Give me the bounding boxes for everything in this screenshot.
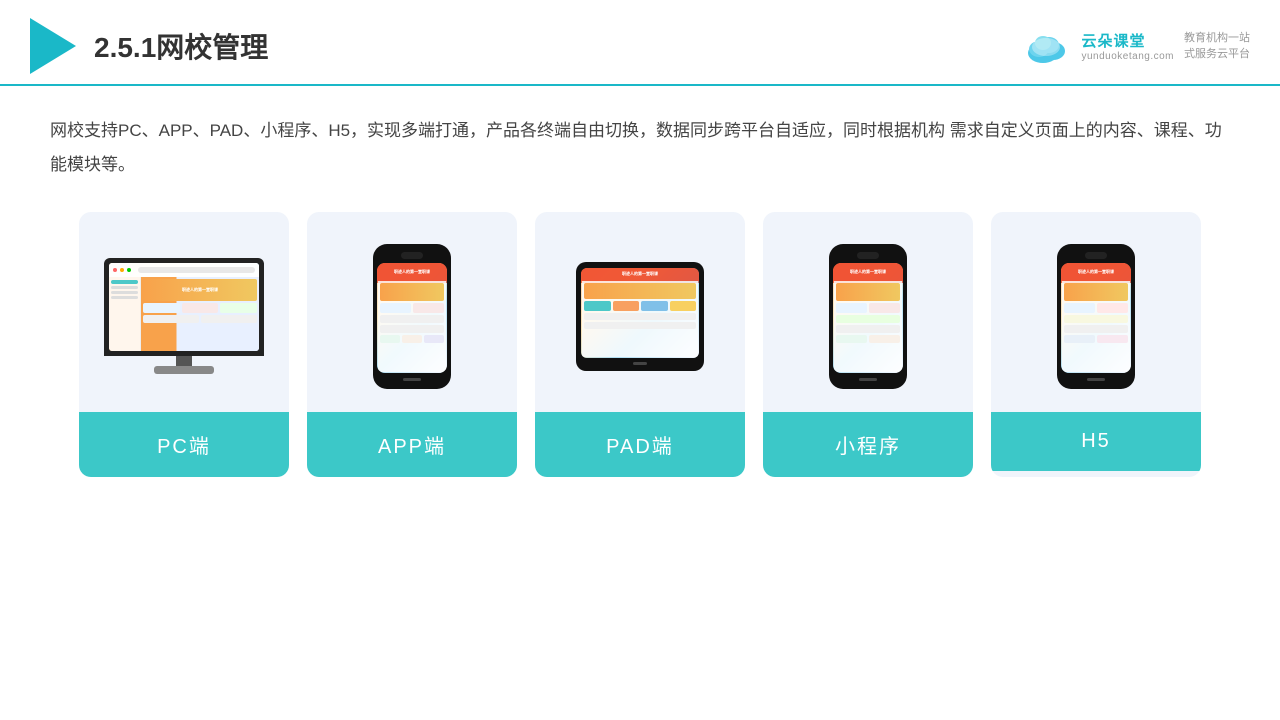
- phone-h5-body: 职迹人的第一堂职课: [1057, 244, 1135, 389]
- tablet-mockup: 职迹人的第一堂职课: [575, 262, 705, 371]
- description-text: 网校支持PC、APP、PAD、小程序、H5，实现多端打通，产品各终端自由切换，数…: [50, 114, 1230, 182]
- page-title: 2.5.1网校管理: [94, 26, 268, 66]
- brand-name: 云朵课堂: [1081, 30, 1145, 51]
- phone-h5-screen: 职迹人的第一堂职课: [1061, 263, 1131, 373]
- phone-mini-mockup: 职迹人的第一堂职课: [828, 244, 908, 389]
- brand-logo: 云朵课堂 yunduoketang.com: [1021, 27, 1174, 65]
- tablet-body: 职迹人的第一堂职课: [576, 262, 704, 371]
- phone-app-home: [403, 378, 421, 381]
- brand-slogan: 教育机构一站 式服务云平台: [1184, 30, 1250, 63]
- card-mini-image: 职迹人的第一堂职课: [763, 212, 973, 412]
- brand-domain: yunduoketang.com: [1081, 51, 1174, 62]
- cloud-icon: [1021, 27, 1073, 65]
- logo-triangle-icon: [30, 18, 76, 74]
- card-pc-label: PC端: [79, 412, 289, 477]
- header: 2.5.1网校管理 云朵课堂 yunduoketang.com 教育机构一站 式…: [0, 0, 1280, 86]
- tablet-home: [633, 362, 647, 365]
- pc-screen-outer: 职迹人的第一堂职课: [104, 258, 264, 356]
- phone-app-mockup: 职迹人的第一堂职课: [372, 244, 452, 389]
- card-pc: 职迹人的第一堂职课: [79, 212, 289, 477]
- cards-row: 职迹人的第一堂职课: [50, 212, 1230, 477]
- phone-app-notch: [401, 252, 423, 259]
- phone-app-screen: 职迹人的第一堂职课: [377, 263, 447, 373]
- card-h5-image: 职迹人的第一堂职课: [991, 212, 1201, 412]
- pc-screen-inner: 职迹人的第一堂职课: [109, 263, 259, 351]
- card-mini-label: 小程序: [763, 412, 973, 477]
- card-app-label: APP端: [307, 412, 517, 477]
- card-pc-image: 职迹人的第一堂职课: [79, 212, 289, 412]
- phone-mini-notch: [857, 252, 879, 259]
- card-pad: 职迹人的第一堂职课: [535, 212, 745, 477]
- pc-base: [154, 366, 214, 374]
- card-app-image: 职迹人的第一堂职课: [307, 212, 517, 412]
- card-pad-label: PAD端: [535, 412, 745, 477]
- card-pad-image: 职迹人的第一堂职课: [535, 212, 745, 412]
- tablet-screen: 职迹人的第一堂职课: [581, 268, 699, 358]
- pc-mockup: 职迹人的第一堂职课: [99, 258, 269, 374]
- main-content: 网校支持PC、APP、PAD、小程序、H5，实现多端打通，产品各终端自由切换，数…: [0, 86, 1280, 497]
- header-right: 云朵课堂 yunduoketang.com 教育机构一站 式服务云平台: [1021, 27, 1250, 65]
- phone-mini-home: [859, 378, 877, 381]
- card-mini: 职迹人的第一堂职课: [763, 212, 973, 477]
- header-left: 2.5.1网校管理: [30, 18, 268, 74]
- phone-h5-notch: [1085, 252, 1107, 259]
- phone-h5-home: [1087, 378, 1105, 381]
- card-app: 职迹人的第一堂职课: [307, 212, 517, 477]
- phone-mini-body: 职迹人的第一堂职课: [829, 244, 907, 389]
- phone-h5-mockup: 职迹人的第一堂职课: [1056, 244, 1136, 389]
- brand-text: 云朵课堂 yunduoketang.com: [1081, 30, 1174, 62]
- pc-neck: [176, 356, 192, 366]
- card-h5-label: H5: [991, 412, 1201, 471]
- card-h5: 职迹人的第一堂职课: [991, 212, 1201, 477]
- phone-mini-screen: 职迹人的第一堂职课: [833, 263, 903, 373]
- phone-app-body: 职迹人的第一堂职课: [373, 244, 451, 389]
